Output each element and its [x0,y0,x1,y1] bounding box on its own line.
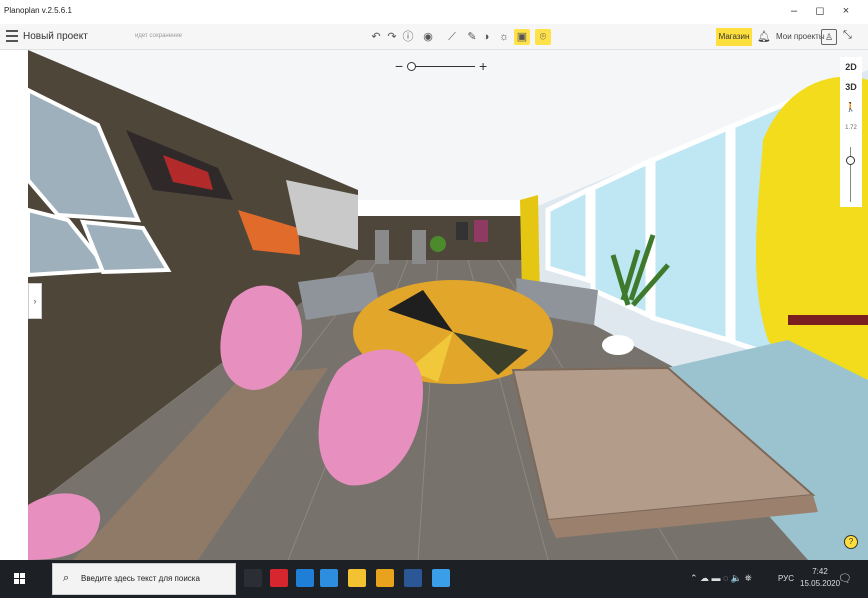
3d-viewport[interactable] [28,50,868,560]
3d-scene [28,50,868,560]
save-status: идет сохранение [135,33,183,39]
my-projects-link[interactable]: Мои проекты [776,32,825,41]
planoplan-icon[interactable] [432,569,450,587]
language-indicator[interactable]: РУС [778,574,794,583]
windows-start-button[interactable] [0,560,46,598]
tray-icons[interactable]: ⌃ ☁ ▬ ◌ 🔈 ⛯ [690,573,752,584]
bell-icon[interactable]: 🔔︎ [757,30,771,43]
shop-button[interactable]: Магазин [716,28,752,46]
close-button[interactable]: × [834,3,858,19]
zoom-in-button[interactable]: + [479,58,487,74]
search-placeholder: Введите здесь текст для поиска [81,574,200,583]
eye-height-value: 1.72 [845,125,857,131]
clock-time: 7:42 [812,567,828,576]
camera-icon[interactable]: ⌾ [535,29,551,45]
toolbar: Новый проект идет сохранение ↶ ↷ ⓘ ◉ ⟋ ✎ ◑ ☼ ▣ ⌾ … [0,24,868,50]
store-icon[interactable] [296,569,314,587]
redo-icon[interactable]: ↷ [384,29,400,45]
taskbar-search[interactable]: ⌕ Введите здесь текст для поиска [52,563,236,595]
clock[interactable]: 7:42 15.05.2020 [800,566,840,590]
menu-icon[interactable] [6,30,18,42]
eye-icon[interactable]: ◉ [420,29,436,45]
back-door-1 [375,230,389,264]
project-name[interactable]: Новый проект [23,31,88,42]
back-door-2 [412,230,426,264]
undo-icon[interactable]: ↶ [368,29,384,45]
collapse-icon[interactable]: ⤡ [843,29,852,42]
app-window: Planoplan v.2.5.6.1 – ◻ × Новый проект и… [0,0,868,560]
title-bar: Planoplan v.2.5.6.1 – ◻ × [0,0,868,24]
left-gutter [0,50,28,560]
visibility-icon[interactable]: ◑ [478,29,494,45]
app-red-icon[interactable] [270,569,288,587]
plant-back [430,236,446,252]
zoom-track[interactable] [409,66,475,67]
view-2d-button[interactable]: 2D [840,57,862,77]
minimize-button[interactable]: – [782,3,806,19]
expand-panel-button[interactable]: › [28,283,42,319]
chrome-icon[interactable] [376,569,394,587]
search-icon: ⌕ [63,572,70,584]
eye-height-knob[interactable] [846,156,855,165]
screen: Planoplan v.2.5.6.1 – ◻ × Новый проект и… [0,0,868,598]
edge-icon[interactable] [320,569,338,587]
notification-icon[interactable]: 🗨 [838,572,852,585]
info-icon[interactable]: ⓘ [400,29,416,45]
view-mode-panel: 2D 3D 🚶 1.72 [840,57,862,207]
user-icon[interactable]: ♙ [821,29,837,45]
clock-date: 15.05.2020 [800,579,841,588]
word-icon[interactable] [404,569,422,587]
view-3d-button[interactable]: 3D [840,77,862,97]
walk-mode-icon[interactable]: 🚶 [840,97,862,117]
maximize-button[interactable]: ◻ [808,3,832,19]
render-icon[interactable]: ▣ [514,29,530,45]
ruler-icon[interactable]: ⟋ [444,29,460,45]
zoom-slider[interactable]: − + [395,58,495,74]
task-view-icon[interactable] [244,569,262,587]
zoom-knob[interactable] [407,62,416,71]
folder-icon[interactable] [348,569,366,587]
light-icon[interactable]: ☼ [496,29,512,45]
zoom-out-button[interactable]: − [395,58,403,74]
app-title: Planoplan v.2.5.6.1 [4,6,72,15]
help-button[interactable]: ? [844,535,858,549]
taskbar: ⌕ Введите здесь текст для поиска ⌃ ☁ ▬ ◌… [0,560,868,598]
